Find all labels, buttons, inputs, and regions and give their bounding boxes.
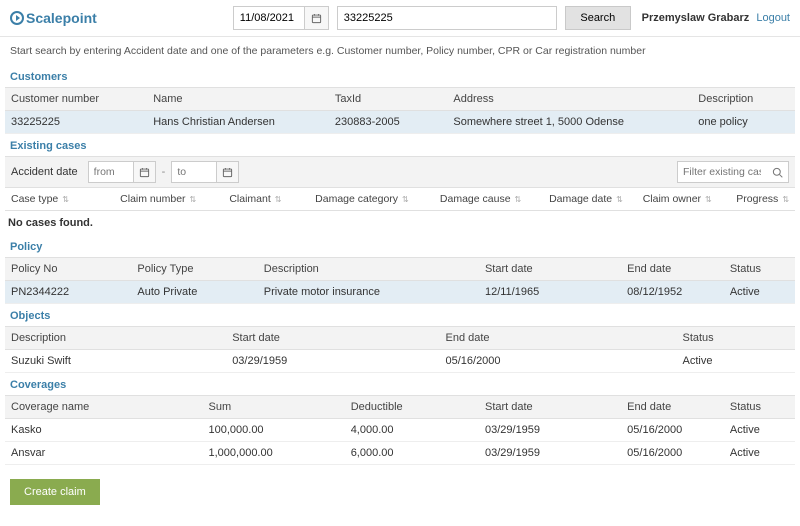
col-customer-number[interactable]: Customer number	[5, 88, 147, 111]
sort-icon: ⇅	[616, 195, 623, 204]
sort-icon: ⇅	[190, 195, 197, 204]
customers-title: Customers	[0, 65, 800, 87]
col-claim-number[interactable]: Claim number⇅	[114, 188, 223, 210]
customers-table: Customer number Name TaxId Address Descr…	[5, 87, 795, 134]
sort-icon: ⇅	[275, 195, 282, 204]
col-address[interactable]: Address	[447, 88, 692, 111]
col-damage-category[interactable]: Damage category⇅	[309, 188, 434, 210]
col-status[interactable]: Status	[724, 258, 795, 281]
sort-icon: ⇅	[782, 195, 789, 204]
topbar: Scalepoint Search Przemyslaw Grabarz Log…	[0, 0, 800, 37]
col-cov-deductible[interactable]: Deductible	[345, 396, 479, 419]
col-name[interactable]: Name	[147, 88, 329, 111]
coverages-table: Coverage name Sum Deductible Start date …	[5, 395, 795, 465]
table-row[interactable]: Kasko 100,000.00 4,000.00 03/29/1959 05/…	[5, 419, 795, 442]
calendar-icon[interactable]	[133, 162, 155, 182]
col-cov-end[interactable]: End date	[621, 396, 724, 419]
to-date-group	[171, 161, 239, 183]
search-hint: Start search by entering Accident date a…	[0, 37, 800, 65]
sort-icon: ⇅	[515, 195, 522, 204]
col-policy-type[interactable]: Policy Type	[131, 258, 257, 281]
accident-date-label: Accident date	[11, 166, 82, 178]
date-range-separator: -	[162, 166, 166, 178]
table-row[interactable]: Ansvar 1,000,000.00 6,000.00 03/29/1959 …	[5, 442, 795, 465]
logout-link[interactable]: Logout	[756, 12, 790, 24]
sort-icon: ⇅	[62, 195, 69, 204]
brand-logo[interactable]: Scalepoint	[10, 10, 97, 26]
create-claim-button[interactable]: Create claim	[10, 479, 100, 505]
col-cov-start[interactable]: Start date	[479, 396, 621, 419]
col-policy-no[interactable]: Policy No	[5, 258, 131, 281]
col-claim-owner[interactable]: Claim owner⇅	[637, 188, 731, 210]
table-row[interactable]: PN2344222 Auto Private Private motor ins…	[5, 281, 795, 304]
from-date-group	[88, 161, 156, 183]
col-damage-date[interactable]: Damage date⇅	[543, 188, 637, 210]
search-query-input[interactable]	[337, 6, 557, 30]
cases-title: Existing cases	[0, 134, 800, 156]
search-icon[interactable]	[766, 162, 788, 182]
col-end-date[interactable]: End date	[621, 258, 724, 281]
no-cases-text: No cases found.	[0, 211, 800, 235]
brand-text: Scalepoint	[26, 10, 97, 26]
cases-columns: Case type⇅ Claim number⇅ Claimant⇅ Damag…	[5, 188, 795, 211]
accident-date-input[interactable]	[234, 7, 304, 29]
objects-title: Objects	[0, 304, 800, 326]
objects-table: Description Start date End date Status S…	[5, 326, 795, 373]
sort-icon: ⇅	[402, 195, 409, 204]
search-button[interactable]: Search	[565, 6, 631, 30]
accident-date-search-group	[233, 6, 329, 30]
calendar-icon[interactable]	[216, 162, 238, 182]
user-name: Przemyslaw Grabarz	[642, 12, 750, 24]
to-date-input[interactable]	[172, 162, 216, 182]
table-row[interactable]: 33225225 Hans Christian Andersen 230883-…	[5, 111, 795, 134]
col-progress[interactable]: Progress⇅	[730, 188, 795, 210]
user-area: Przemyslaw Grabarz Logout	[642, 12, 790, 24]
col-policy-desc[interactable]: Description	[258, 258, 479, 281]
sort-icon: ⇅	[705, 195, 712, 204]
coverages-title: Coverages	[0, 373, 800, 395]
calendar-icon[interactable]	[304, 7, 328, 29]
col-taxid[interactable]: TaxId	[329, 88, 448, 111]
col-damage-cause[interactable]: Damage cause⇅	[434, 188, 543, 210]
table-row[interactable]: Suzuki Swift 03/29/1959 05/16/2000 Activ…	[5, 350, 795, 373]
policy-table: Policy No Policy Type Description Start …	[5, 257, 795, 304]
col-cov-sum[interactable]: Sum	[203, 396, 345, 419]
policy-title: Policy	[0, 235, 800, 257]
col-claimant[interactable]: Claimant⇅	[223, 188, 309, 210]
col-start-date[interactable]: Start date	[479, 258, 621, 281]
col-cov-name[interactable]: Coverage name	[5, 396, 203, 419]
col-obj-start[interactable]: Start date	[226, 327, 439, 350]
from-date-input[interactable]	[89, 162, 133, 182]
filter-cases-group	[677, 161, 789, 183]
col-obj-status[interactable]: Status	[676, 327, 795, 350]
cases-filter-bar: Accident date -	[5, 156, 795, 188]
col-obj-desc[interactable]: Description	[5, 327, 226, 350]
col-case-type[interactable]: Case type⇅	[5, 188, 114, 210]
col-description[interactable]: Description	[692, 88, 795, 111]
col-cov-status[interactable]: Status	[724, 396, 795, 419]
filter-cases-input[interactable]	[678, 162, 766, 182]
play-circle-icon	[10, 11, 24, 25]
col-obj-end[interactable]: End date	[439, 327, 676, 350]
